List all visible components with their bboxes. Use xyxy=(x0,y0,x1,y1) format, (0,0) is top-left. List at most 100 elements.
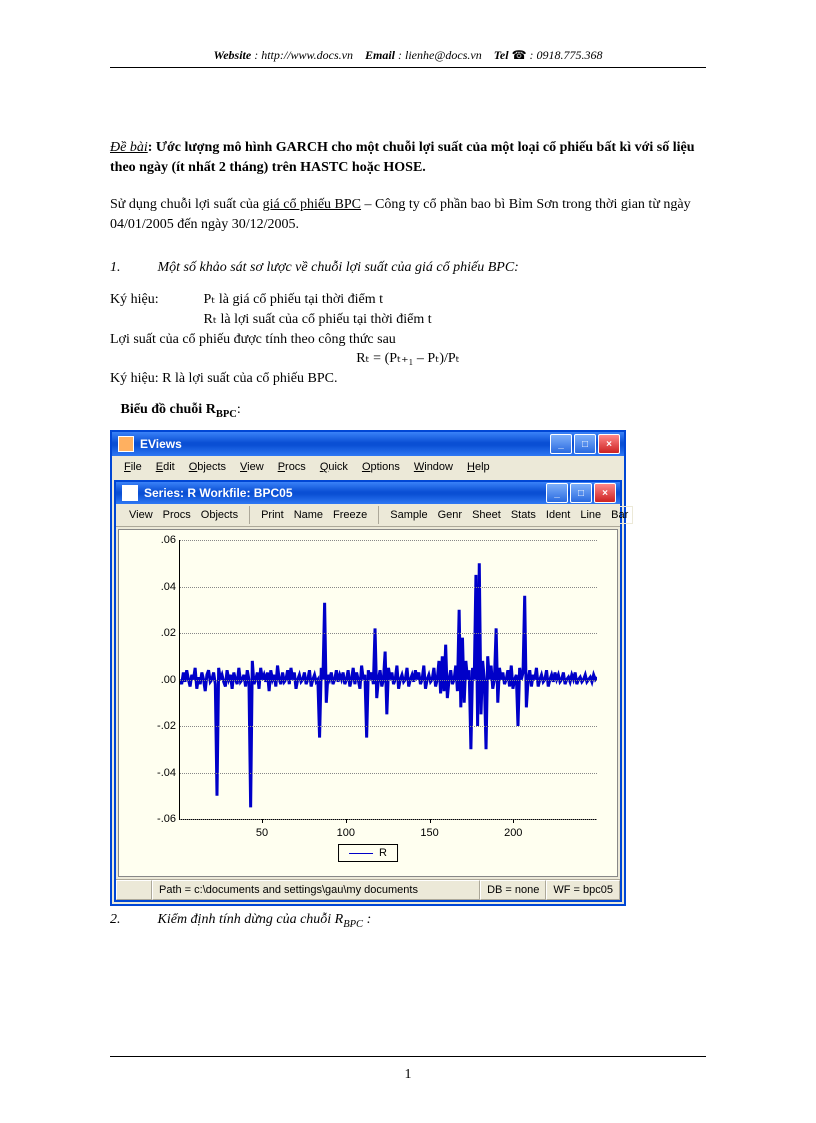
gridline-y xyxy=(180,540,597,541)
menu-view[interactable]: View xyxy=(234,459,270,475)
ytick-label: -.02 xyxy=(140,720,176,732)
page: Website : http://www.docs.vn Email : lie… xyxy=(0,0,816,1123)
eviews-toolbar: ViewProcsObjects PrintNameFreeze SampleGen… xyxy=(116,504,620,527)
eviews-inner-titlebar[interactable]: Series: R Workfile: BPC05 _ □ × xyxy=(116,482,620,504)
xtick-label: 50 xyxy=(256,827,268,839)
eviews-plot: -.06-.04-.02.00.02.04.0650100150200 xyxy=(179,540,597,820)
menu-file[interactable]: File xyxy=(118,459,148,475)
gridline-y xyxy=(180,773,597,774)
legend-series-name: R xyxy=(379,847,387,859)
toolbtn-sample[interactable]: Sample xyxy=(385,506,432,524)
chart-title-sub: BPC xyxy=(216,409,237,420)
menu-edit[interactable]: Edit xyxy=(150,459,181,475)
xtick-label: 100 xyxy=(337,827,355,839)
xtick xyxy=(430,819,431,823)
ytick-label: .06 xyxy=(140,534,176,546)
eviews-outer-window: EViews _ □ × FileEditObjectsViewProcsQui… xyxy=(110,430,626,906)
xtick xyxy=(262,819,263,823)
menu-objects[interactable]: Objects xyxy=(183,459,232,475)
minimize-button[interactable]: _ xyxy=(550,434,572,454)
gridline-y xyxy=(180,819,597,820)
ky-hieu-p: Ký hiệu: Pₜ là giá cổ phiếu tại thời điể… xyxy=(110,290,706,310)
page-number: 1 xyxy=(405,1067,412,1082)
eviews-chart-area: -.06-.04-.02.00.02.04.0650100150200 R xyxy=(118,529,618,877)
ytick-label: .02 xyxy=(140,627,176,639)
email-value: : lienhe@docs.vn xyxy=(398,48,482,62)
page-footer: 1 xyxy=(110,1056,706,1083)
eviews-menubar: FileEditObjectsViewProcsQuickOptionsWind… xyxy=(112,456,624,478)
menu-procs[interactable]: Procs xyxy=(272,459,312,475)
de-bai-label: Đề bài xyxy=(110,140,148,155)
toolbtn-ident[interactable]: Ident xyxy=(541,506,575,524)
legend-line-icon xyxy=(349,853,373,854)
tel-value: : 0918.775.368 xyxy=(530,48,603,62)
toolbtn-name[interactable]: Name xyxy=(289,506,328,524)
xtick xyxy=(513,819,514,823)
inner-minimize-button[interactable]: _ xyxy=(546,483,568,503)
section-2-title: 2. Kiểm định tính dừng của chuỗi RBPC : xyxy=(110,912,706,930)
intro-link: giá cổ phiếu BPC xyxy=(263,197,361,212)
gridline-y xyxy=(180,680,597,681)
ytick-label: .04 xyxy=(140,581,176,593)
toolbtn-procs[interactable]: Procs xyxy=(158,506,196,524)
r-definition: Rₜ là lợi suất của cổ phiếu tại thời điể… xyxy=(204,312,432,327)
inner-maximize-button[interactable]: □ xyxy=(570,483,592,503)
website-value: : http://www.docs.vn xyxy=(254,48,353,62)
section-2-heading-pre: Kiểm định tính dừng của chuỗi R xyxy=(158,912,344,927)
toolbtn-print[interactable]: Print xyxy=(256,506,289,524)
intro-pre: Sử dụng chuỗi lợi suất của xyxy=(110,197,263,212)
toolbtn-freeze[interactable]: Freeze xyxy=(328,506,372,524)
status-spacer xyxy=(116,880,152,900)
toolbtn-genr[interactable]: Genr xyxy=(433,506,467,524)
eviews-app-icon xyxy=(118,436,134,452)
ytick-label: -.06 xyxy=(140,813,176,825)
page-header: Website : http://www.docs.vn Email : lie… xyxy=(110,48,706,68)
series-icon xyxy=(122,485,138,501)
eviews-legend: R xyxy=(338,844,398,862)
maximize-button[interactable]: □ xyxy=(574,434,596,454)
status-db: DB = none xyxy=(480,880,546,900)
section-2-num: 2. xyxy=(110,912,154,928)
toolbtn-sheet[interactable]: Sheet xyxy=(467,506,506,524)
chart-title-pre: Biểu đồ chuỗi R xyxy=(121,402,216,417)
inner-close-button[interactable]: × xyxy=(594,483,616,503)
toolbtn-stats[interactable]: Stats xyxy=(506,506,541,524)
section-1-title: 1. Một số khảo sát sơ lược về chuỗi lợi … xyxy=(110,260,706,276)
section-1-heading: Một số khảo sát sơ lược về chuỗi lợi suấ… xyxy=(158,260,519,275)
gridline-y xyxy=(180,726,597,727)
tel-label: Tel xyxy=(494,48,509,62)
toolbtn-objects[interactable]: Objects xyxy=(196,506,243,524)
xtick-label: 200 xyxy=(504,827,522,839)
toolbtn-view[interactable]: View xyxy=(124,506,158,524)
eviews-statusbar: Path = c:\documents and settings\gau\my … xyxy=(116,879,620,900)
website-label: Website xyxy=(213,48,251,62)
status-path: Path = c:\documents and settings\gau\my … xyxy=(152,880,480,900)
ytick-label: .00 xyxy=(140,674,176,686)
gridline-y xyxy=(180,633,597,634)
close-button[interactable]: × xyxy=(598,434,620,454)
intro-paragraph: Sử dụng chuỗi lợi suất của giá cổ phiếu … xyxy=(110,195,706,234)
menu-help[interactable]: Help xyxy=(461,459,496,475)
eviews-inner-window: Series: R Workfile: BPC05 _ □ × ViewProc… xyxy=(114,480,622,902)
de-bai-block: Đề bài: Ước lượng mô hình GARCH cho một … xyxy=(110,138,706,177)
menu-window[interactable]: Window xyxy=(408,459,459,475)
ky-hieu-2: Ký hiệu: R là lợi suất của cổ phiếu BPC. xyxy=(110,369,706,389)
menu-quick[interactable]: Quick xyxy=(314,459,354,475)
chart-title-post: : xyxy=(237,402,241,417)
return-formula: Rₜ = (Pₜ₊₁ – Pₜ)/Pₜ xyxy=(110,349,706,369)
menu-options[interactable]: Options xyxy=(356,459,406,475)
eviews-app-title: EViews xyxy=(140,437,182,451)
de-bai-body: : Ước lượng mô hình GARCH cho một chuỗi … xyxy=(110,140,695,175)
status-wf: WF = bpc05 xyxy=(546,880,620,900)
toolbtn-bar[interactable]: Bar xyxy=(606,506,633,524)
eviews-inner-title: Series: R Workfile: BPC05 xyxy=(144,486,293,500)
toolbtn-line[interactable]: Line xyxy=(575,506,606,524)
phone-icon: ☎ xyxy=(512,48,527,62)
ky-hieu-r: Rₜ là lợi suất của cổ phiếu tại thời điể… xyxy=(110,310,706,330)
gridline-y xyxy=(180,587,597,588)
eviews-titlebar[interactable]: EViews _ □ × xyxy=(112,432,624,456)
ky-hieu-label: Ký hiệu: xyxy=(110,290,200,310)
chart-title: Biểu đồ chuỗi RBPC: xyxy=(110,402,706,420)
section-1-num: 1. xyxy=(110,260,154,276)
xtick-label: 150 xyxy=(420,827,438,839)
